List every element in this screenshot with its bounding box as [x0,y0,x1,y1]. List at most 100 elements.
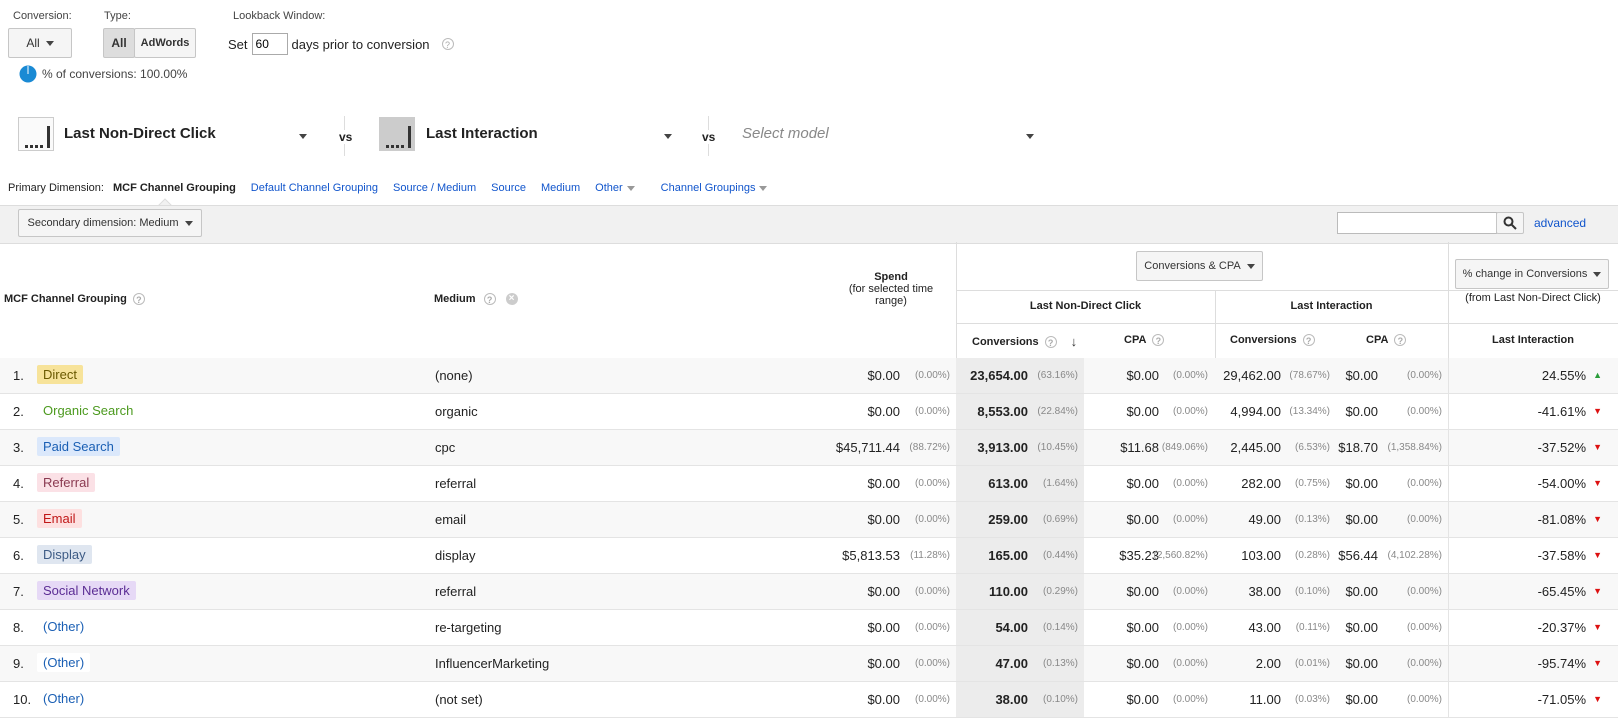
conversions-pct-2: (0.28%) [1294,550,1330,561]
channel-link[interactable]: Display [37,545,92,564]
type-all-button[interactable]: All [103,28,135,58]
cpa-label: CPA [1124,334,1147,346]
model1-label[interactable]: Last Non-Direct Click [64,125,216,142]
cpa-header-2[interactable]: CPA? [1366,334,1407,346]
conversions-header[interactable]: Conversions? ↓ [972,334,1077,349]
cpa-pct: (0.00%) [1172,586,1208,597]
cpa-value-2: $0.00 [1345,692,1378,707]
conversions-value: 613.00 [988,476,1028,491]
channel-link[interactable]: (Other) [37,653,91,672]
help-icon[interactable]: ? [441,38,454,50]
model1-selector[interactable] [18,117,54,151]
cpa-pct-2: (0.00%) [1406,478,1442,489]
table-row[interactable]: 4. Referral referral $0.00 (0.00%) 613.00 (1.6… [0,466,1618,502]
col-spend-header[interactable]: Spend (for selected time range) [836,271,946,307]
cpa-value-2: $18.70 [1338,440,1378,455]
conversions-pct: (0.10%) [1042,694,1078,705]
row-index: 3. [13,440,24,455]
change-value: -37.58% [1537,548,1586,563]
metric-select-label: Conversions & CPA [1144,260,1241,272]
chevron-down-icon[interactable] [1026,134,1034,139]
help-icon[interactable]: ? [483,293,496,305]
change-dropdown[interactable]: % change in Conversions [1455,259,1609,289]
conversions-value-2: 38.00 [1248,584,1281,599]
help-icon[interactable]: ? [1302,334,1315,346]
lookback-input[interactable] [251,33,288,55]
conversions-value: 8,553.00 [977,404,1028,419]
change-select-label: % change in Conversions [1462,268,1588,280]
arrow-down-icon: ▼ [1593,658,1602,668]
type-adwords-button[interactable]: AdWords [134,28,196,58]
table-row[interactable]: 2. Organic Search organic $0.00 (0.00%) 8,553… [0,394,1618,430]
cpa-value-2: $0.00 [1345,512,1378,527]
search-icon [1503,216,1517,230]
help-icon[interactable]: ? [132,293,145,305]
medium-cell: organic [435,404,478,419]
arrow-down-icon: ▼ [1593,514,1602,524]
model2-label[interactable]: Last Interaction [426,125,538,142]
dimension-mcf-channel-grouping[interactable]: MCF Channel Grouping [113,182,236,194]
dimension-default-channel-grouping[interactable]: Default Channel Grouping [251,182,378,194]
help-icon[interactable]: ? [1394,334,1407,346]
channel-link[interactable]: Email [37,509,82,528]
channel-link[interactable]: Paid Search [37,437,120,456]
dimension-medium[interactable]: Medium [541,182,580,194]
channel-link[interactable]: Direct [37,365,83,384]
channel-link[interactable]: Referral [37,473,96,492]
chevron-down-icon[interactable] [299,134,307,139]
conversions-pct-2: (0.11%) [1295,622,1330,633]
help-icon[interactable]: ? [1044,335,1057,348]
channel-link[interactable]: Organic Search [37,401,140,420]
col-channel-header[interactable]: MCF Channel Grouping? [4,293,145,305]
cpa-header[interactable]: CPA? [1124,334,1165,346]
conversions-header-2[interactable]: Conversions? [1230,334,1315,346]
table-row[interactable]: 9. (Other) InfluencerMarketing $0.00 (0.00%)… [0,646,1618,682]
table-row[interactable]: 3. Paid Search cpc $45,711.44 (88.72%) 3,913.… [0,430,1618,466]
chevron-down-icon[interactable] [664,134,672,139]
dimension-other[interactable]: Other [595,182,623,194]
dimension-source-medium[interactable]: Source / Medium [393,182,476,194]
advanced-link[interactable]: advanced [1534,216,1586,230]
metric-dropdown[interactable]: Conversions & CPA [1136,251,1263,281]
conversions-value: 110.00 [988,584,1028,599]
channel-link[interactable]: Social Network [37,581,136,600]
remove-dimension-icon[interactable]: × [505,293,518,305]
divider [1448,358,1449,393]
divider [956,290,1448,291]
conversions-value-2: 43.00 [1248,620,1281,635]
spend-value: $0.00 [867,692,900,707]
spend-value: $0.00 [867,368,900,383]
model3-placeholder[interactable]: Select model [742,125,829,142]
dimension-channel-groupings[interactable]: Channel Groupings [661,182,756,194]
table-row[interactable]: 6. Display display $5,813.53 (11.28%) 165.00 (… [0,538,1618,574]
sort-arrow-down-icon[interactable]: ↓ [1071,334,1078,349]
spend-value: $45,711.44 [835,440,900,455]
conversions-pct-2: (13.34%) [1289,406,1330,417]
table-row[interactable]: 8. (Other) re-targeting $0.00 (0.00%) 54.00 (0… [0,610,1618,646]
cpa-pct-2: (0.00%) [1406,622,1442,633]
conversion-dropdown[interactable]: All [8,28,72,58]
conversions-pct: (63.16%) [1037,370,1078,381]
dimension-source[interactable]: Source [491,182,526,194]
medium-cell: referral [435,476,477,491]
channel-link[interactable]: (Other) [37,689,91,708]
table-row[interactable]: 7. Social Network referral $0.00 (0.00%) 110.… [0,574,1618,610]
cpa-pct-2: (0.00%) [1406,370,1442,381]
pct-conversions: % of conversions: 100.00% [19,65,187,83]
search-button[interactable] [1496,212,1524,234]
table-row[interactable]: 10. (Other) (not set) $0.00 (0.00%) 38.00 (0.1… [0,682,1618,718]
conversions-pct-2: (0.10%) [1294,586,1330,597]
table-row[interactable]: 5. Email email $0.00 (0.00%) 259.00 (0.69%) $0.… [0,502,1618,538]
divider [1448,394,1449,429]
col-medium-header[interactable]: Medium? × [434,293,518,305]
divider [1448,646,1449,681]
channel-link[interactable]: (Other) [37,617,91,636]
cpa-value: $0.00 [1126,476,1159,491]
search-input[interactable] [1337,212,1497,234]
divider [1448,466,1449,501]
table-row[interactable]: 1. Direct (none) $0.00 (0.00%) 23,654.00 (63.1… [0,358,1618,394]
type-label: Type: [104,10,131,22]
help-icon[interactable]: ? [1152,334,1165,346]
model2-selector[interactable] [379,117,415,151]
secondary-dimension-dropdown[interactable]: Secondary dimension: Medium [18,209,202,237]
